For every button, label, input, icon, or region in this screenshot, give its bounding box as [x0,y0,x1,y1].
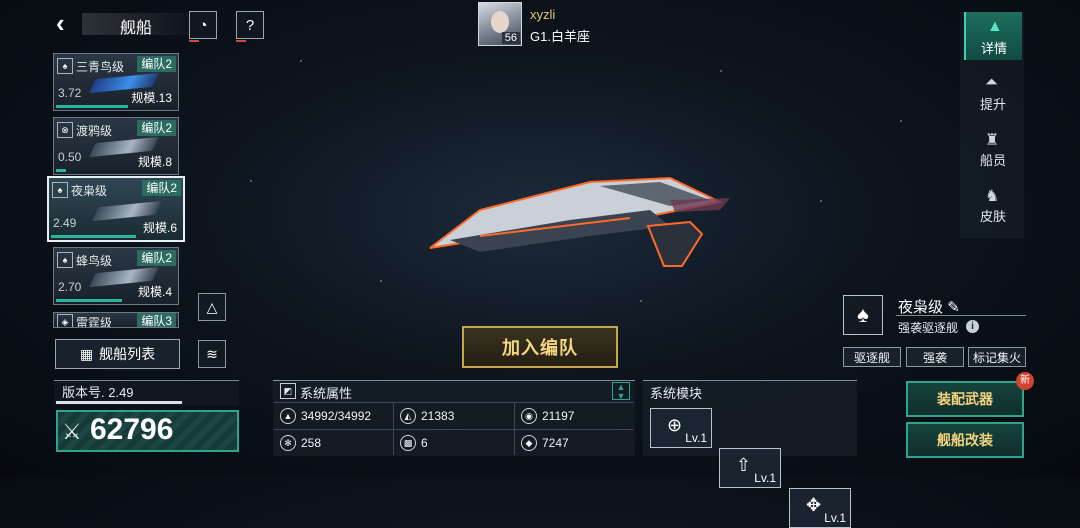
energy-icon: ✻ [280,435,296,451]
grid-icon: ▩ [400,435,416,451]
new-badge: 新 [1016,372,1034,390]
player-level: 56 [501,32,520,44]
ship-card-name: 夜枭级 [71,184,108,198]
speed-icon: ◆ [521,435,537,451]
ship-card-progress [56,105,128,108]
player-name: xyzli [530,7,556,22]
crew-icon: ♜ [985,132,1000,149]
target-module-icon: ⊕ [667,415,683,435]
ship-tag: 驱逐舰 [843,347,901,367]
expand-toggle-icon[interactable]: ▲ ▼ [612,382,630,401]
ship-class-icon: ⊗ [57,122,73,138]
ship-card[interactable]: ◈ 雷霆级 编队3 [53,312,179,328]
ship-card-value: 2.49 [53,216,77,230]
fleet-badge: 编队2 [142,180,181,196]
module-level: Lv.1 [824,511,846,525]
armor-icon: ◭ [400,408,416,424]
ship-type: 强袭驱逐舰 [898,321,959,335]
fleet-badge: 编队2 [137,250,176,266]
planet-button[interactable]: ◔ [189,11,217,42]
ship-card-progress [56,169,66,172]
ship-card-name: 三青鸟级 [76,60,125,74]
ship-card-scale: 规模.6 [142,221,177,235]
module-slot[interactable]: ⊕ Lv.1 [650,408,712,448]
fleet-filter-button[interactable]: △ [198,293,226,321]
info-icon[interactable]: i [966,320,979,333]
ship-model [429,176,730,267]
tab-upgrade[interactable]: ⏶ 提升 [964,68,1022,116]
combat-power: 62796 [90,413,174,446]
planet-icon: ◔ [198,16,208,34]
page-title: 舰船 [120,20,153,37]
ship-class-icon: ♠ [843,295,883,335]
ship-class-icon: ♠ [57,252,73,268]
fleet-badge: 编队2 [137,56,176,72]
ship-card-selected[interactable]: ♠ 夜枭级 编队2 2.49 规模.6 [47,176,185,242]
stat-speed: ◆ 7247 [521,435,569,451]
fleet-badge: 编队2 [137,120,176,136]
details-icon: ▲ [987,18,1003,35]
fleet-badge: 编队3 [137,313,176,327]
combat-power-icon: ⚔ [62,419,82,444]
module-level: Lv.1 [754,471,776,485]
ship-modify-button[interactable]: 舰船改装 [906,422,1024,458]
ship-class-icon: ♠ [57,58,73,74]
stats-icon: ◩ [280,383,296,399]
stat-grid: ▩ 6 [400,435,428,451]
ship-class-icon: ♠ [52,182,68,198]
equip-weapons-button[interactable]: 装配武器 [906,381,1024,417]
missile-module-icon: ⇧ [736,455,752,475]
upgrade-icon: ⏶ [985,74,998,91]
tab-skin[interactable]: ♞ 皮肤 [964,180,1022,228]
player-avatar[interactable]: 56 [478,2,522,46]
tab-details[interactable]: ▲ 详情 [964,12,1022,60]
grid-icon: ▦ [79,345,94,362]
skin-icon: ♞ [985,188,1000,205]
ship-card-value: 2.70 [58,280,82,294]
ship-card-progress [56,299,122,302]
sort-icon: ≋ [206,345,218,362]
edit-icon[interactable]: ✎ [947,299,960,316]
version-progress [56,401,182,404]
hull-icon: ▲ [280,408,296,424]
ship-card-progress [51,235,136,238]
module-slot[interactable]: ⇧ Lv.1 [719,448,781,488]
player-rank: G1.白羊座 [530,29,590,44]
ship-card-value: 0.50 [58,150,82,164]
ship-card-scale: 规模.13 [131,91,172,105]
join-fleet-button[interactable]: 加入编队 [462,326,618,368]
ship-class-icon: ◈ [57,314,73,327]
ship-name: 夜枭级 ✎ [898,299,960,316]
ship-card[interactable]: ⊗ 渡鸦级 编队2 0.50 规模.8 [53,117,179,175]
drone-module-icon: ✥ [806,495,822,515]
modules-title: 系统模块 [650,386,703,401]
stats-title: 系统属性 [300,386,353,401]
stat-shield: ◉ 21197 [521,408,574,424]
stat-armor: ◭ 21383 [400,408,454,424]
module-level: Lv.1 [685,431,707,445]
ship-list-button[interactable]: ▦ 舰船列表 [55,339,180,369]
ship-card-name: 蜂鸟级 [76,254,113,268]
version-label: 版本号. 2.49 [62,385,134,400]
help-icon: ? [245,16,255,34]
module-slot[interactable]: ✥ Lv.1 [789,488,851,528]
ship-card[interactable]: ♠ 蜂鸟级 编队2 2.70 规模.4 [53,247,179,305]
ship-tag: 标记集火 [968,347,1026,367]
ship-card-scale: 规模.8 [137,155,172,169]
ship-card-value: 3.72 [58,86,82,100]
stat-hull: ▲ 34992/34992 [280,408,371,424]
back-arrow-icon[interactable]: ‹ [56,10,80,36]
stat-energy: ✻ 258 [280,435,321,451]
ship-list-label: 舰船列表 [99,346,156,362]
fleet-filter-icon: △ [206,298,218,315]
ship-tag: 强袭 [906,347,964,367]
sort-button[interactable]: ≋ [198,340,226,368]
shield-icon: ◉ [521,408,537,424]
help-button[interactable]: ? [236,11,264,42]
tab-crew[interactable]: ♜ 船员 [964,124,1022,172]
ship-card-scale: 规模.4 [137,285,172,299]
ship-card-name: 雷霆级 [76,316,113,328]
ship-card[interactable]: ♠ 三青鸟级 编队2 3.72 规模.13 [53,53,179,111]
ship-card-name: 渡鸦级 [76,124,113,138]
